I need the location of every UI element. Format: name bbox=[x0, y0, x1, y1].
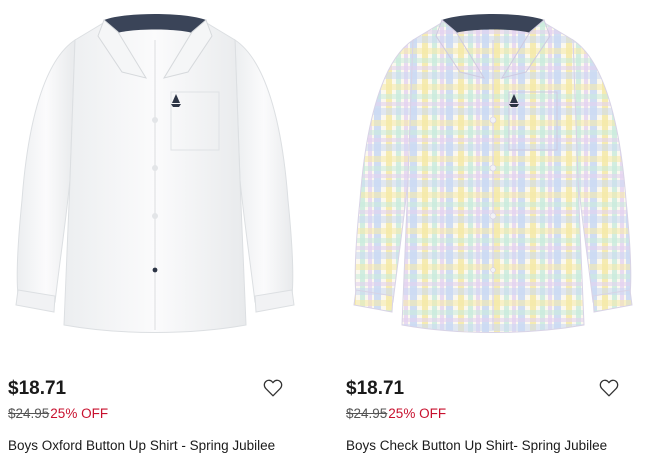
original-price: $24.95 bbox=[8, 406, 50, 421]
product-grid: $18.71 $24.9525% OFF Boys Oxford Button … bbox=[0, 0, 645, 465]
product-card: $18.71 $24.9525% OFF Boys Oxford Button … bbox=[0, 0, 310, 465]
product-title[interactable]: Boys Oxford Button Up Shirt - Spring Jub… bbox=[8, 438, 275, 453]
product-price: $18.71 bbox=[8, 378, 67, 399]
product-card: $18.71 $24.9525% OFF Boys Check Button U… bbox=[338, 0, 645, 465]
heart-outline-icon[interactable] bbox=[598, 377, 620, 399]
original-price: $24.95 bbox=[346, 406, 388, 421]
price-row: $24.9525% OFF bbox=[8, 406, 108, 421]
product-price: $18.71 bbox=[346, 378, 405, 399]
discount-badge: 25% OFF bbox=[50, 406, 109, 421]
product-title[interactable]: Boys Check Button Up Shirt- Spring Jubil… bbox=[346, 438, 607, 453]
price-row: $24.9525% OFF bbox=[346, 406, 446, 421]
product-image-check-shirt[interactable] bbox=[338, 0, 645, 355]
product-image-white-oxford-shirt[interactable] bbox=[0, 0, 310, 355]
heart-outline-icon[interactable] bbox=[262, 377, 284, 399]
discount-badge: 25% OFF bbox=[388, 406, 447, 421]
